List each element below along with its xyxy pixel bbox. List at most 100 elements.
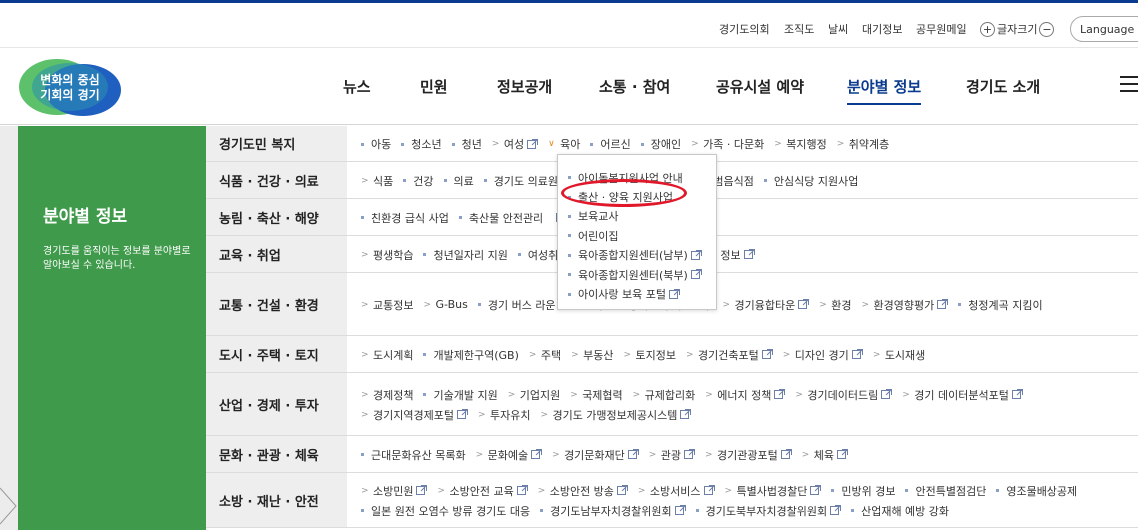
category-link[interactable]: 영조물배상공제	[996, 483, 1077, 499]
nav-field-info[interactable]: 분야별 정보	[847, 76, 922, 105]
category-name[interactable]: 도시 · 주택 · 토지	[206, 336, 347, 372]
category-link[interactable]: 개발제한구역(GB)	[423, 347, 519, 363]
category-link[interactable]: > 경기문화재단	[552, 447, 639, 463]
category-name[interactable]: 경기도민 복지	[206, 126, 347, 161]
category-name[interactable]: 식품 · 건강 · 의료	[206, 162, 347, 198]
category-link[interactable]: > 경기데이터드림	[795, 387, 893, 403]
category-link[interactable]: > 여성	[492, 136, 539, 152]
category-link[interactable]: > 특별사법경찰단	[725, 483, 822, 499]
category-link[interactable]: 경기 버스 라운	[477, 297, 556, 313]
category-name[interactable]: 농림 · 축산 · 해양	[206, 199, 347, 235]
category-link[interactable]: > 관광	[649, 447, 696, 463]
category-link[interactable]: 산업재해 예방 강화	[851, 503, 949, 519]
category-link[interactable]: > 디자인 경기	[783, 347, 863, 363]
nav-facility-reservation[interactable]: 공유시설 예약	[716, 76, 804, 97]
category-link[interactable]: > 투자유치	[478, 407, 530, 423]
category-link[interactable]: 아동	[361, 136, 391, 152]
category-link[interactable]: > 소방안전 교육	[437, 483, 528, 499]
category-link[interactable]: > 경기지역경제포털	[361, 407, 468, 423]
external-link-icon	[674, 505, 686, 515]
category-link[interactable]: > 규제합리화	[633, 387, 696, 403]
font-increase-button[interactable]: +	[980, 21, 995, 37]
category-link[interactable]: 장애인	[640, 136, 681, 152]
category-link[interactable]: > 국제협력	[570, 387, 622, 403]
category-link[interactable]: > 평생학습	[361, 247, 413, 263]
category-link[interactable]: > 경기건축포털	[686, 347, 773, 363]
category-name[interactable]: 소방 · 재난 · 안전	[206, 473, 347, 527]
category-link[interactable]: 안심식당 지원사업	[763, 173, 858, 189]
nav-participation[interactable]: 소통 · 참여	[599, 76, 670, 97]
category-link[interactable]: 경기도북부자치경찰위원회	[695, 503, 842, 519]
category-name[interactable]: 산업 · 경제 · 투자	[206, 373, 347, 435]
category-link[interactable]: 여성취	[517, 247, 558, 263]
category-link[interactable]: > 기업지원	[508, 387, 560, 403]
category-link[interactable]: > G-Bus	[423, 297, 467, 313]
category-link[interactable]: > 소방서비스	[638, 483, 715, 499]
util-link-staff-mail[interactable]: 공무원메일	[916, 21, 967, 37]
category-link[interactable]: > 경기도 가맹정보제공시스템	[540, 407, 692, 423]
category-link[interactable]: 건강	[403, 173, 434, 189]
category-link[interactable]: ∨ 육아	[548, 136, 580, 152]
category-link[interactable]: > 경기융합타운	[723, 297, 810, 313]
category-link[interactable]: > 부동산	[571, 347, 613, 363]
category-link[interactable]: 친환경 급식 사업	[361, 210, 449, 226]
submenu-item[interactable]: 육아종합지원센터(남부)	[568, 246, 716, 265]
category-link-label: 친환경 급식 사업	[371, 211, 449, 225]
category-link[interactable]: 경기도 의료원	[483, 173, 558, 189]
category-link[interactable]: > 경제정책	[361, 387, 413, 403]
category-link[interactable]: > 체육	[802, 447, 849, 463]
nav-news[interactable]: 뉴스	[343, 76, 371, 97]
submenu-item[interactable]: 보육교사	[568, 207, 716, 226]
util-link-weather[interactable]: 날씨	[828, 21, 848, 37]
category-link[interactable]: 경기도남부자치경찰위원회	[540, 503, 686, 519]
category-link[interactable]: 청소년	[401, 136, 442, 152]
submenu-item[interactable]: 아이돌봄지원사업 안내	[568, 168, 716, 187]
submenu-item[interactable]: 어린이집	[568, 226, 716, 245]
category-link[interactable]: > 소방안전 방송	[538, 483, 628, 499]
category-link[interactable]: > 환경영향평가	[862, 297, 949, 313]
submenu-item[interactable]: 출산 · 양육 지원사업	[568, 187, 716, 206]
gyeonggi-logo[interactable]: 변화의 중심 기회의 경기	[17, 57, 123, 117]
category-name[interactable]: 교통 · 건설 · 환경	[206, 273, 347, 335]
category-link[interactable]: 안전특별점검단	[905, 483, 986, 499]
category-link[interactable]: 의료	[443, 173, 474, 189]
category-link[interactable]: 기술개발 지원	[423, 387, 498, 403]
category-link[interactable]: > 복지행정	[774, 136, 826, 152]
category-link[interactable]: 청년	[451, 136, 482, 152]
category-link[interactable]: 축산물 안전관리	[458, 210, 544, 226]
language-button[interactable]: Language ⌄	[1070, 16, 1138, 42]
category-link[interactable]: > 도시계획	[361, 347, 413, 363]
category-link[interactable]: > 토지정보	[623, 347, 675, 363]
category-link[interactable]: 민방위 경보	[831, 483, 895, 499]
util-link-council[interactable]: 경기도의회	[719, 21, 770, 37]
category-link[interactable]: > 소방민원	[361, 483, 428, 499]
submenu-item[interactable]: 아이사랑 보육 포털	[568, 284, 716, 303]
category-link[interactable]: 일본 원전 오염수 방류 경기도 대응	[361, 503, 530, 519]
category-link[interactable]: > 가족 · 다문화	[691, 136, 764, 152]
category-link[interactable]: > 문화예술	[476, 447, 543, 463]
category-name[interactable]: 교육 · 취업	[206, 236, 347, 272]
category-link[interactable]: > 식품	[361, 173, 393, 189]
category-link[interactable]: > 교통정보	[361, 297, 413, 313]
nav-info-disclosure[interactable]: 정보공개	[497, 76, 552, 97]
util-link-air-quality[interactable]: 대기정보	[862, 21, 902, 37]
category-link[interactable]: > 환경	[819, 297, 851, 313]
category-link[interactable]: > 주택	[529, 347, 561, 363]
category-link[interactable]: 근대문화유산 목록화	[361, 447, 466, 463]
nav-civil-petition[interactable]: 민원	[420, 76, 448, 97]
hamburger-menu-icon[interactable]	[1120, 76, 1138, 96]
category-link[interactable]: > 에너지 정책	[705, 387, 786, 403]
category-link[interactable]: 어르신	[590, 136, 631, 152]
category-link[interactable]: 청년일자리 지원	[423, 247, 508, 263]
category-link[interactable]: 청정계곡 지킴이	[958, 297, 1043, 313]
util-link-org-chart[interactable]: 조직도	[784, 21, 814, 37]
font-decrease-button[interactable]: −	[1039, 21, 1055, 37]
category-link-label: 축산물 안전관리	[468, 211, 544, 225]
category-link[interactable]: > 경기관광포털	[705, 447, 792, 463]
submenu-item[interactable]: 육아종합지원센터(북부)	[568, 265, 716, 284]
nav-about-gyeonggi[interactable]: 경기도 소개	[966, 76, 1040, 97]
category-link[interactable]: > 취약계층	[837, 136, 889, 152]
category-link[interactable]: > 경기 데이터분석포털	[902, 387, 1023, 403]
category-link[interactable]: > 도시재생	[873, 347, 925, 363]
category-name[interactable]: 문화 · 관광 · 체육	[206, 436, 347, 472]
